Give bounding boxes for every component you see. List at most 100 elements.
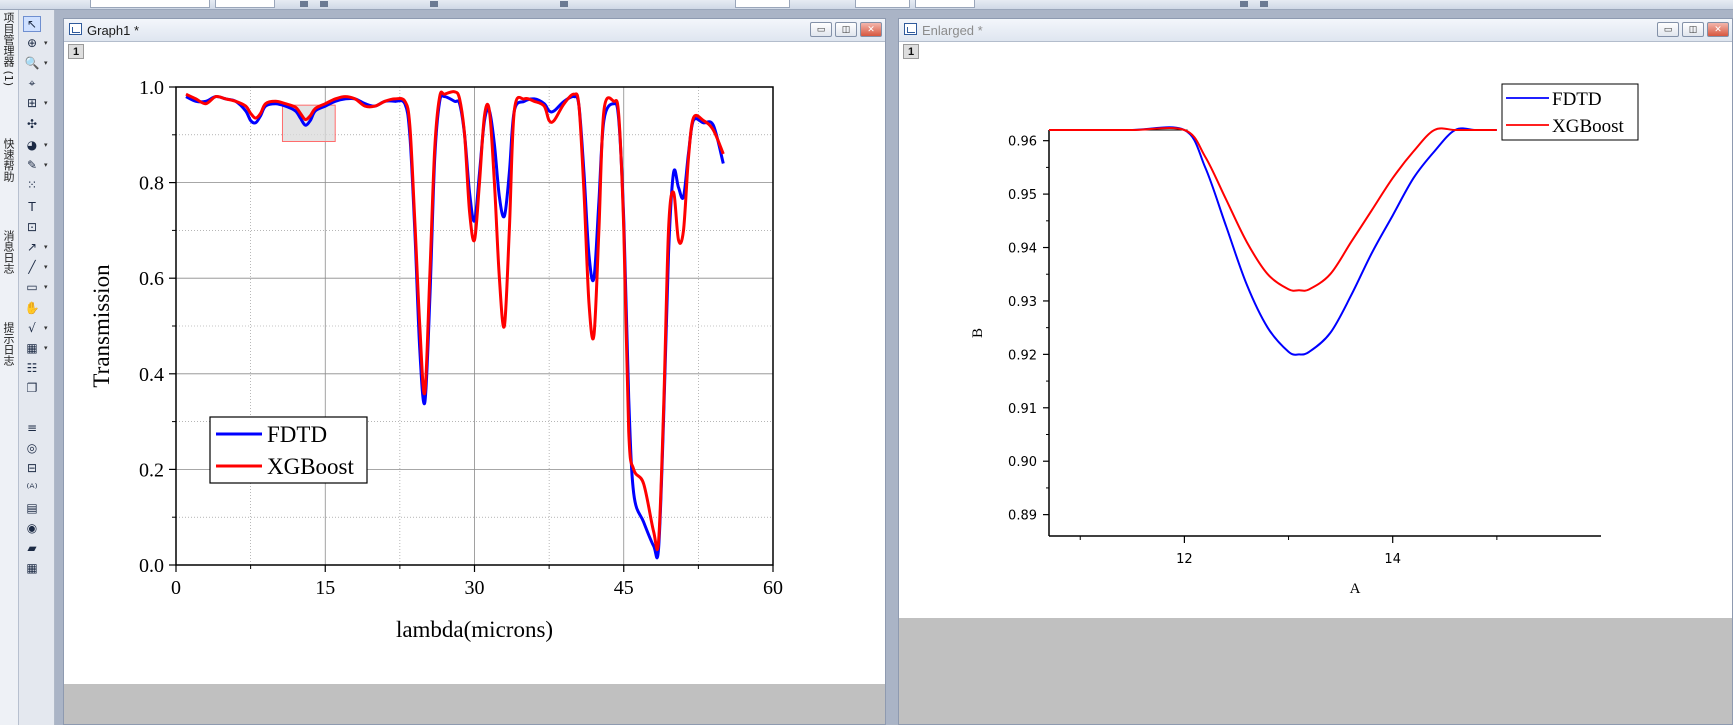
text-tool-icon[interactable]: T: [23, 199, 41, 215]
graph-tool-icon[interactable]: [1260, 1, 1268, 7]
zoom-in-icon[interactable]: 🔍: [23, 55, 41, 71]
annotation-icon[interactable]: ⊡: [23, 219, 41, 235]
add-text-icon[interactable]: ⁽ᴬ⁾: [23, 480, 41, 496]
enlarged-axes: 12 14 0.89 0.90 0.91 0.92 0.93 0.94 0.95 0.96: [1008, 129, 1601, 567]
enlarged-window[interactable]: Enlarged * ▭ ◫ ✕ 12 14 0.89 0.90 0.91 0.92 0.9…: [898, 18, 1733, 725]
data-selector-icon[interactable]: ⊞: [23, 95, 41, 111]
list-icon[interactable]: ≡: [23, 420, 41, 436]
data-reader-icon[interactable]: ✣: [23, 116, 41, 132]
grid-icon[interactable]: ▦: [23, 560, 41, 576]
y-tick-label: 0.89: [1008, 509, 1037, 524]
font-dropdown[interactable]: [90, 0, 210, 8]
line-width-dropdown[interactable]: [855, 0, 910, 8]
window-title: Enlarged *: [922, 23, 983, 38]
tab-message-log[interactable]: 消息日志: [1, 230, 16, 274]
region-data-icon[interactable]: ⁙: [23, 177, 41, 193]
insert-equation-menu-arrow-icon[interactable]: ▾: [44, 320, 50, 336]
x-tick-label: 12: [1176, 552, 1193, 567]
layer-1-tab[interactable]: 1: [903, 44, 919, 59]
minimize-button[interactable]: ▭: [1657, 22, 1679, 37]
screen-reader-icon[interactable]: ⌖: [23, 75, 41, 91]
copy-format-icon[interactable]: ❐: [23, 380, 41, 396]
graph-window-icon: [69, 23, 82, 35]
worksheet-icon[interactable]: ▤: [23, 500, 41, 516]
layer-icon[interactable]: ⊟: [23, 460, 41, 476]
y-tick-label: 0.91: [1008, 402, 1037, 417]
y-tick-label: 0.92: [1008, 348, 1037, 363]
insert-equation-icon[interactable]: √: [23, 320, 41, 336]
x-tick-label: 30: [465, 577, 485, 599]
tab-project-manager[interactable]: 项目管理器 (1): [1, 12, 16, 86]
pointer-icon[interactable]: ↖: [23, 16, 41, 32]
mask-menu-arrow-icon[interactable]: ▾: [44, 137, 50, 153]
font-size-dropdown[interactable]: [215, 0, 275, 8]
insert-table-icon[interactable]: ☷: [23, 360, 41, 376]
arrow-tool-icon[interactable]: ↗: [23, 239, 41, 255]
insert-graph-menu-arrow-icon[interactable]: ▾: [44, 340, 50, 356]
record-icon[interactable]: ◉: [23, 520, 41, 536]
y-tick-label: 1.0: [139, 77, 164, 99]
color-dropdown[interactable]: [735, 0, 790, 8]
y-tick-label: 0.4: [139, 364, 164, 386]
y-tick-label: 0.90: [1008, 455, 1037, 470]
y-tick-label: 0.94: [1008, 242, 1037, 257]
left-docked-panel-tabs: 项目管理器 (1) 快速帮助 消息日志 提示日志: [0, 10, 19, 725]
data-selector-menu-arrow-icon[interactable]: ▾: [44, 95, 50, 111]
folder-icon[interactable]: ▰: [23, 540, 41, 556]
graph1-page[interactable]: 0 15 30 45 60 0.0 0.2 0.4 0.6 0.8 1.0 lambda(micron…: [64, 42, 885, 724]
arrow-tool-menu-arrow-icon[interactable]: ▾: [44, 239, 50, 255]
tools-toolbar: ↖ ⊕ ▾ 🔍 ▾ ⌖ ⊞ ▾ ✣ ◕ ▾ ✎ ▾ ⁙ T ⊡ ↗ ▾ ╱ ▾ ▭ ▾ ✋ √ ▾ ▦ ▾ ☷ ❐ ≡ ◎ ⊟ ⁽ᴬ⁾ ▤ ◉ ▰ ▦: [19, 10, 55, 725]
y-tick-label: 0.96: [1008, 135, 1037, 150]
draw-data-icon[interactable]: ✎: [23, 157, 41, 173]
legend-label-fdtd: FDTD: [267, 422, 327, 447]
hand-icon[interactable]: ✋: [23, 300, 41, 316]
close-button[interactable]: ✕: [1707, 22, 1729, 37]
y-axis-title: Transmission: [89, 264, 114, 388]
tab-quick-help[interactable]: 快速帮助: [1, 138, 16, 182]
transmission-line-chart[interactable]: 0 15 30 45 60 0.0 0.2 0.4 0.6 0.8 1.0 lambda(micron…: [64, 42, 885, 725]
graph1-titlebar[interactable]: Graph1 * ▭ ◫ ✕: [64, 19, 885, 42]
line-tool-icon[interactable]: ╱: [23, 259, 41, 275]
graph-window-icon: [904, 23, 917, 35]
y-tick-label: 0.2: [139, 459, 164, 481]
x-tick-label: 0: [171, 577, 181, 599]
pattern-dropdown[interactable]: [915, 0, 975, 8]
circle-icon[interactable]: ◎: [23, 440, 41, 456]
rectangle-tool-menu-arrow-icon[interactable]: ▾: [44, 279, 50, 295]
graph1-window[interactable]: Graph1 * ▭ ◫ ✕ 0 15 30 45 60 0.0 0.2 0.4 0.6 0.8 1…: [63, 18, 886, 725]
line-tool-menu-arrow-icon[interactable]: ▾: [44, 259, 50, 275]
zoom-in-menu-arrow-icon[interactable]: ▾: [44, 55, 50, 71]
maximize-button[interactable]: ◫: [1682, 22, 1704, 37]
draw-data-menu-arrow-icon[interactable]: ▾: [44, 157, 50, 173]
rectangle-tool-icon[interactable]: ▭: [23, 279, 41, 295]
x-tick-label: 14: [1384, 552, 1401, 567]
page-outside-area: [64, 684, 885, 724]
align-icon[interactable]: [560, 1, 568, 7]
y-axis-title: B: [970, 328, 986, 338]
x-tick-label: 45: [614, 577, 634, 599]
top-toolbar: [0, 0, 1733, 10]
window-title: Graph1 *: [87, 23, 140, 38]
enlarged-titlebar[interactable]: Enlarged * ▭ ◫ ✕: [899, 19, 1732, 42]
enlarged-page[interactable]: 12 14 0.89 0.90 0.91 0.92 0.93 0.94 0.95 0.96 A B FD…: [899, 42, 1732, 724]
x-tick-label: 15: [315, 577, 335, 599]
page-outside-area: [899, 618, 1732, 724]
zoom-pan-icon[interactable]: ⊕: [23, 35, 41, 51]
x-axis-title: lambda(microns): [396, 617, 553, 642]
close-button[interactable]: ✕: [860, 22, 882, 37]
series-line-fdtd: [1048, 126, 1497, 356]
minimize-button[interactable]: ▭: [810, 22, 832, 37]
layer-1-tab[interactable]: 1: [68, 44, 84, 59]
mask-icon[interactable]: ◕: [23, 137, 41, 153]
bold-icon[interactable]: [300, 1, 308, 7]
superscript-icon[interactable]: [430, 1, 438, 7]
series-line-fdtd: [185, 93, 725, 560]
legend-label-xgboost: XGBoost: [1552, 116, 1625, 137]
insert-graph-icon[interactable]: ▦: [23, 340, 41, 356]
tab-hint-log[interactable]: 提示日志: [1, 322, 16, 366]
italic-icon[interactable]: [320, 1, 328, 7]
plot-tool-icon[interactable]: [1240, 1, 1248, 7]
maximize-button[interactable]: ◫: [835, 22, 857, 37]
zoom-pan-menu-arrow-icon[interactable]: ▾: [44, 35, 50, 51]
y-tick-label: 0.93: [1008, 295, 1037, 310]
